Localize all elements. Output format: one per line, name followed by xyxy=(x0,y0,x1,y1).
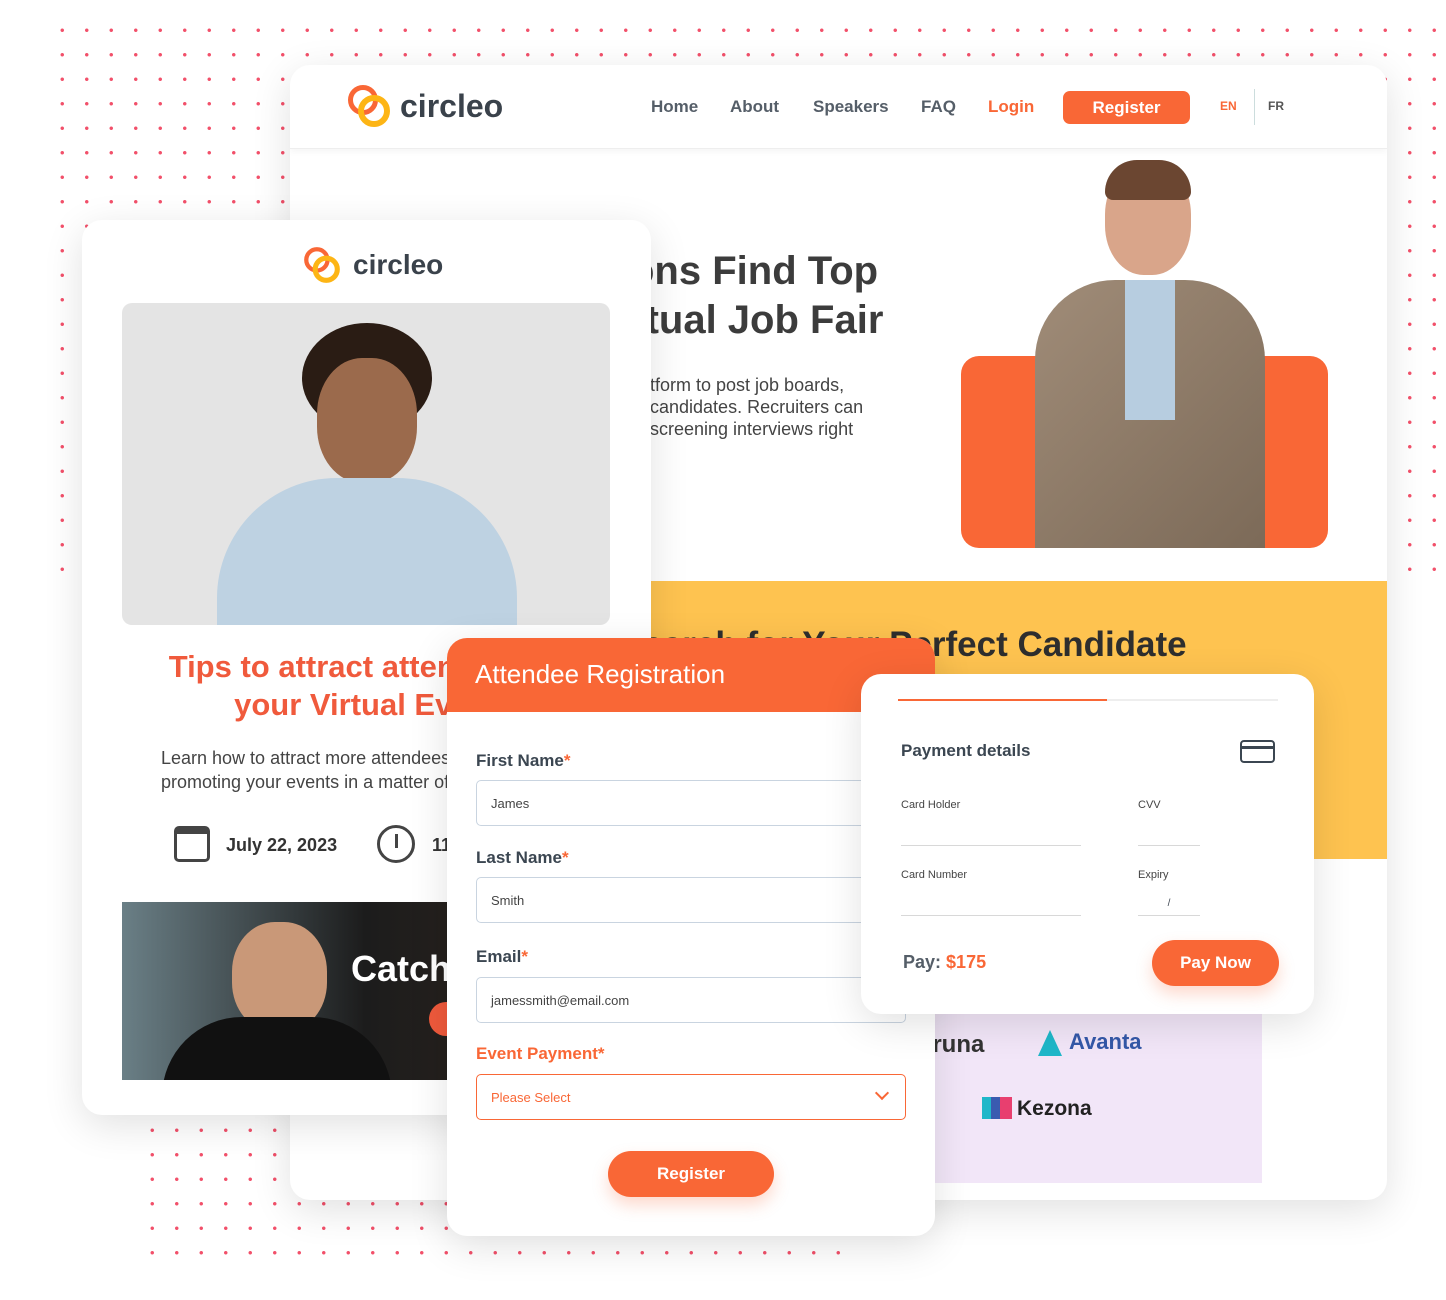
cvv-input[interactable] xyxy=(1138,824,1200,846)
logo-avanta: Avanta xyxy=(1069,1029,1142,1054)
logo[interactable]: circleo xyxy=(346,83,503,129)
pay-now-button[interactable]: Pay Now xyxy=(1152,940,1279,986)
first-name-label: First Name* xyxy=(476,751,571,770)
divider xyxy=(1254,89,1255,125)
payment-card: Payment details Card Holder CVV Card Num… xyxy=(861,674,1314,1014)
expiry-label: Expiry xyxy=(1138,869,1169,881)
last-name-label: Last Name* xyxy=(476,848,569,867)
expiry-input[interactable]: / xyxy=(1138,894,1200,916)
card-holder-input[interactable] xyxy=(901,824,1081,846)
form-title: Attendee Registration xyxy=(475,659,726,689)
clock-icon xyxy=(377,825,415,863)
register-nav-button[interactable]: Register xyxy=(1063,91,1190,124)
hero-title-line: ons Find Top xyxy=(630,249,879,293)
hero-title-line: rtual Job Fair xyxy=(630,298,884,342)
email-label: Email* xyxy=(476,947,528,966)
nav-faq[interactable]: FAQ xyxy=(921,97,956,117)
lang-fr[interactable]: FR xyxy=(1268,99,1284,113)
card-holder-label: Card Holder xyxy=(901,799,961,811)
kezona-icon xyxy=(982,1097,1012,1119)
hero-person-photo xyxy=(1025,160,1270,548)
hero-text: candidates. Recruiters can xyxy=(650,397,864,417)
email-input[interactable]: jamessmith@email.com xyxy=(476,977,906,1023)
logo-text: circleo xyxy=(400,87,504,124)
article-desc: promoting your events in a matter of xyxy=(161,772,450,792)
nav-home[interactable]: Home xyxy=(651,97,698,117)
chevron-down-icon xyxy=(874,1085,890,1101)
logo-icon xyxy=(302,245,341,284)
article-desc: Learn how to attract more attendees by xyxy=(161,748,475,768)
calendar-icon xyxy=(174,826,210,862)
card-number-input[interactable] xyxy=(901,894,1081,916)
hero-text: screening interviews right xyxy=(650,419,854,439)
nav-login[interactable]: Login xyxy=(988,97,1034,117)
payment-title: Payment details xyxy=(901,741,1031,760)
register-submit-button[interactable]: Register xyxy=(608,1151,774,1197)
nav-about[interactable]: About xyxy=(730,97,779,117)
site-header: circleo Home About Speakers FAQ Login Re… xyxy=(290,65,1387,149)
event-payment-label: Event Payment* xyxy=(476,1044,605,1063)
select-placeholder: Please Select xyxy=(491,1089,571,1105)
cvv-label: CVV xyxy=(1138,799,1161,811)
last-name-input[interactable]: Smith xyxy=(476,877,906,923)
card-number-label: Card Number xyxy=(901,869,968,881)
logo: circleo xyxy=(299,242,443,288)
event-payment-select[interactable]: Please Select xyxy=(476,1074,906,1120)
progress-fill xyxy=(898,699,1107,701)
first-name-input[interactable]: James xyxy=(476,780,906,826)
lang-en[interactable]: EN xyxy=(1220,99,1237,113)
logo-kezona: Kezona xyxy=(1017,1097,1092,1120)
progress-bar xyxy=(898,699,1278,701)
event-date: July 22, 2023 xyxy=(226,835,338,855)
nav-speakers[interactable]: Speakers xyxy=(813,97,889,117)
credit-card-icon xyxy=(1240,740,1275,763)
avanta-icon xyxy=(1038,1030,1062,1056)
logo-text: circleo xyxy=(353,249,444,280)
pay-amount: Pay: $175 xyxy=(903,952,987,972)
hero-text: tform to post job boards, xyxy=(650,375,845,395)
logo-icon xyxy=(346,83,392,129)
partner-logos: Aruna Avanta Kezona xyxy=(915,1013,1262,1183)
speaker-photo xyxy=(122,303,610,625)
banner-text: Catch xyxy=(351,948,452,989)
